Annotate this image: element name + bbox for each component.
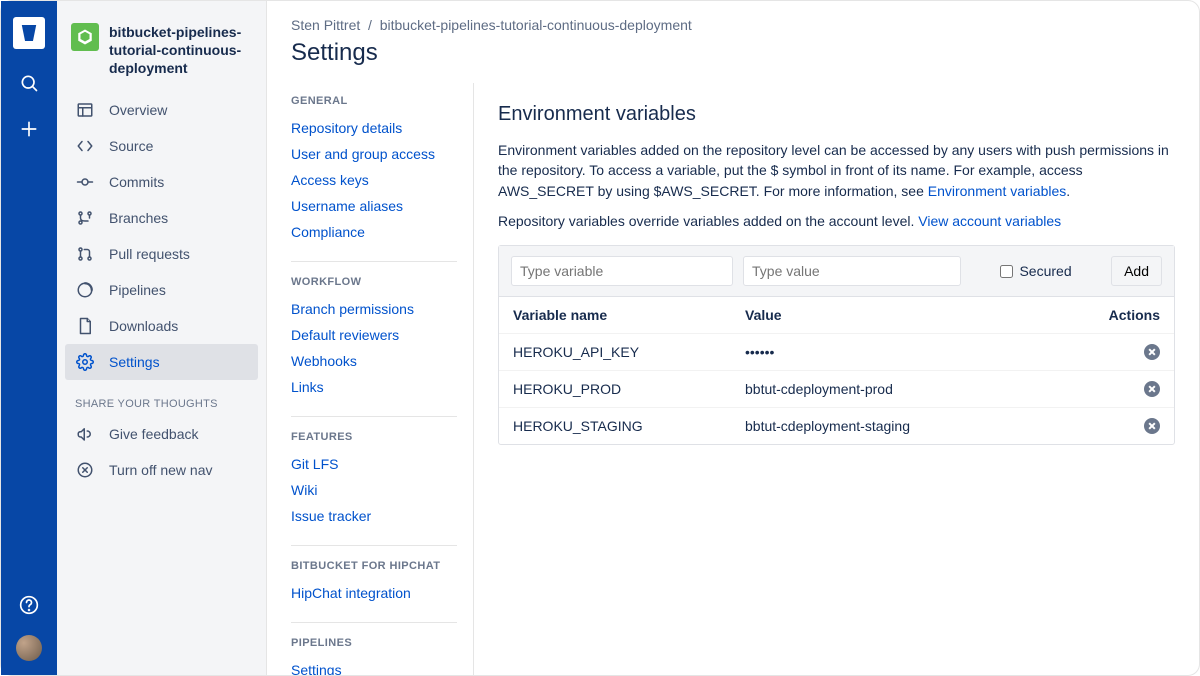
user-avatar[interactable] — [16, 635, 42, 661]
commits-icon — [75, 172, 95, 192]
settings-link-user-group-access[interactable]: User and group access — [291, 141, 457, 167]
nodejs-icon — [71, 23, 99, 51]
source-icon — [75, 136, 95, 156]
env-var-row: HEROKU_API_KEY •••••• — [499, 334, 1174, 371]
var-value: •••••• — [745, 344, 1144, 360]
nav-pull-requests[interactable]: Pull requests — [65, 236, 258, 272]
nav-source[interactable]: Source — [65, 128, 258, 164]
env-vars-add-row: Secured Add — [499, 246, 1174, 297]
settings-link-webhooks[interactable]: Webhooks — [291, 348, 457, 374]
search-icon[interactable] — [17, 71, 41, 95]
env-vars-description: Environment variables added on the repos… — [498, 140, 1175, 201]
col-value: Value — [745, 307, 1100, 323]
settings-link-access-keys[interactable]: Access keys — [291, 167, 457, 193]
env-vars-header-row: Variable name Value Actions — [499, 297, 1174, 334]
settings-link-compliance[interactable]: Compliance — [291, 219, 457, 245]
global-nav-rail — [1, 1, 57, 675]
delete-variable-icon[interactable] — [1144, 344, 1160, 360]
var-value: bbtut-cdeployment-prod — [745, 381, 1144, 397]
env-vars-override-note: Repository variables override variables … — [498, 211, 1175, 231]
breadcrumb-repo[interactable]: bitbucket-pipelines-tutorial-continuous-… — [380, 17, 692, 33]
settings-link-username-aliases[interactable]: Username aliases — [291, 193, 457, 219]
input-variable-value[interactable] — [743, 256, 961, 286]
env-vars-table: Secured Add Variable name Value Actions … — [498, 245, 1175, 445]
nav-commits[interactable]: Commits — [65, 164, 258, 200]
nav-settings[interactable]: Settings — [65, 344, 258, 380]
secured-checkbox-label[interactable]: Secured — [1000, 263, 1071, 279]
nav-overview[interactable]: Overview — [65, 92, 258, 128]
env-var-row: HEROKU_STAGING bbtut-cdeployment-staging — [499, 408, 1174, 444]
close-circle-icon — [75, 460, 95, 480]
megaphone-icon — [75, 424, 95, 444]
settings-group-workflow: WORKFLOW — [291, 261, 457, 288]
settings-link-wiki[interactable]: Wiki — [291, 477, 457, 503]
breadcrumb: Sten Pittret / bitbucket-pipelines-tutor… — [267, 1, 1199, 35]
delete-variable-icon[interactable] — [1144, 381, 1160, 397]
pull-request-icon — [75, 244, 95, 264]
var-name: HEROKU_STAGING — [513, 418, 745, 434]
breadcrumb-owner[interactable]: Sten Pittret — [291, 17, 360, 33]
settings-link-hipchat[interactable]: HipChat integration — [291, 580, 457, 606]
link-account-vars[interactable]: View account variables — [918, 213, 1061, 229]
settings-link-links[interactable]: Links — [291, 374, 457, 400]
settings-icon — [75, 352, 95, 372]
settings-group-pipelines: PIPELINES — [291, 622, 457, 649]
env-vars-heading: Environment variables — [498, 103, 1175, 126]
var-value: bbtut-cdeployment-staging — [745, 418, 1144, 434]
pipelines-icon — [75, 280, 95, 300]
settings-link-pipelines-settings[interactable]: Settings — [291, 657, 457, 675]
env-vars-panel: Environment variables Environment variab… — [473, 83, 1199, 675]
settings-nav: GENERAL Repository details User and grou… — [267, 79, 473, 675]
settings-link-repo-details[interactable]: Repository details — [291, 115, 457, 141]
delete-variable-icon[interactable] — [1144, 418, 1160, 434]
secured-checkbox[interactable] — [1000, 265, 1013, 278]
settings-link-issue-tracker[interactable]: Issue tracker — [291, 503, 457, 529]
var-name: HEROKU_PROD — [513, 381, 745, 397]
col-variable-name: Variable name — [513, 307, 745, 323]
nav-branches[interactable]: Branches — [65, 200, 258, 236]
settings-group-features: FEATURES — [291, 416, 457, 443]
nav-pipelines[interactable]: Pipelines — [65, 272, 258, 308]
repo-sidebar: bitbucket-pipelines-tutorial-continuous-… — [57, 1, 267, 675]
page-title: Settings — [267, 35, 1199, 79]
main-content: Sten Pittret / bitbucket-pipelines-tutor… — [267, 1, 1199, 675]
var-name: HEROKU_API_KEY — [513, 344, 745, 360]
overview-icon — [75, 100, 95, 120]
col-actions: Actions — [1100, 307, 1160, 323]
help-icon[interactable] — [17, 593, 41, 617]
link-env-vars-docs[interactable]: Environment variables — [928, 183, 1067, 199]
nav-downloads[interactable]: Downloads — [65, 308, 258, 344]
settings-group-general: GENERAL — [291, 95, 457, 107]
bitbucket-logo-icon[interactable] — [13, 17, 45, 49]
settings-link-branch-permissions[interactable]: Branch permissions — [291, 296, 457, 322]
settings-link-git-lfs[interactable]: Git LFS — [291, 451, 457, 477]
branches-icon — [75, 208, 95, 228]
nav-turn-off-new-nav[interactable]: Turn off new nav — [65, 452, 258, 488]
create-icon[interactable] — [17, 117, 41, 141]
env-var-row: HEROKU_PROD bbtut-cdeployment-prod — [499, 371, 1174, 408]
repo-name: bitbucket-pipelines-tutorial-continuous-… — [109, 23, 252, 78]
input-variable-name[interactable] — [511, 256, 733, 286]
nav-feedback[interactable]: Give feedback — [65, 416, 258, 452]
settings-group-hipchat: BITBUCKET FOR HIPCHAT — [291, 545, 457, 572]
add-variable-button[interactable]: Add — [1111, 256, 1162, 286]
share-thoughts-heading: SHARE YOUR THOUGHTS — [65, 380, 258, 416]
downloads-icon — [75, 316, 95, 336]
settings-link-default-reviewers[interactable]: Default reviewers — [291, 322, 457, 348]
